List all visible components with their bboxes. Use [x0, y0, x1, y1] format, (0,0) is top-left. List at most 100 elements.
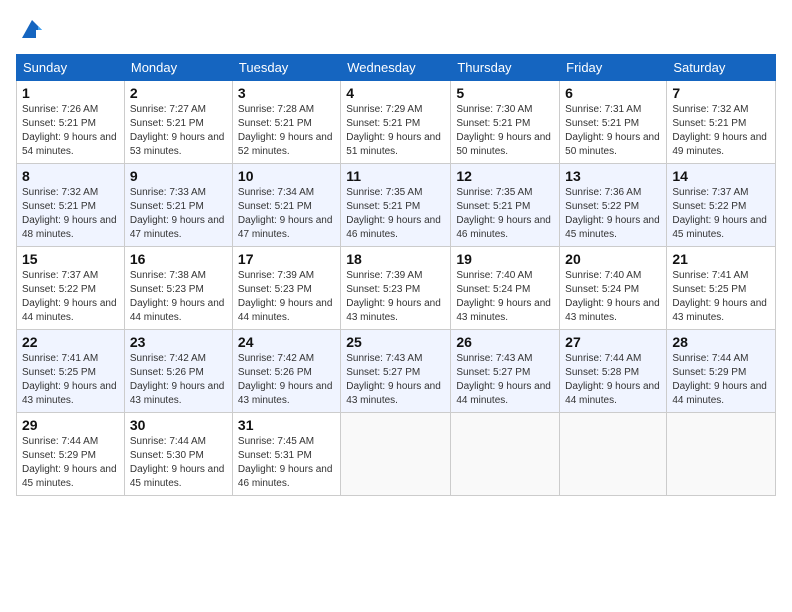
logo-text-block	[16, 16, 46, 44]
calendar-day-cell: 2 Sunrise: 7:27 AMSunset: 5:21 PMDayligh…	[124, 81, 232, 164]
day-info: Sunrise: 7:37 AMSunset: 5:22 PMDaylight:…	[22, 270, 117, 323]
day-number: 20	[565, 251, 661, 267]
day-number: 8	[22, 168, 119, 184]
day-info: Sunrise: 7:40 AMSunset: 5:24 PMDaylight:…	[565, 270, 660, 323]
day-info: Sunrise: 7:27 AMSunset: 5:21 PMDaylight:…	[130, 104, 225, 157]
day-info: Sunrise: 7:33 AMSunset: 5:21 PMDaylight:…	[130, 187, 225, 240]
calendar-week-row: 22 Sunrise: 7:41 AMSunset: 5:25 PMDaylig…	[17, 330, 776, 413]
day-number: 12	[456, 168, 554, 184]
empty-cell	[341, 413, 451, 496]
calendar-week-row: 1 Sunrise: 7:26 AMSunset: 5:21 PMDayligh…	[17, 81, 776, 164]
day-info: Sunrise: 7:37 AMSunset: 5:22 PMDaylight:…	[672, 187, 767, 240]
day-info: Sunrise: 7:44 AMSunset: 5:29 PMDaylight:…	[22, 436, 117, 489]
calendar-table: SundayMondayTuesdayWednesdayThursdayFrid…	[16, 54, 776, 496]
day-number: 19	[456, 251, 554, 267]
calendar-day-cell: 10 Sunrise: 7:34 AMSunset: 5:21 PMDaylig…	[232, 164, 340, 247]
day-number: 26	[456, 334, 554, 350]
day-number: 24	[238, 334, 335, 350]
day-info: Sunrise: 7:28 AMSunset: 5:21 PMDaylight:…	[238, 104, 333, 157]
calendar-day-cell: 23 Sunrise: 7:42 AMSunset: 5:26 PMDaylig…	[124, 330, 232, 413]
day-info: Sunrise: 7:34 AMSunset: 5:21 PMDaylight:…	[238, 187, 333, 240]
calendar-day-cell: 12 Sunrise: 7:35 AMSunset: 5:21 PMDaylig…	[451, 164, 560, 247]
calendar-day-cell: 6 Sunrise: 7:31 AMSunset: 5:21 PMDayligh…	[560, 81, 667, 164]
day-number: 7	[672, 85, 770, 101]
day-info: Sunrise: 7:35 AMSunset: 5:21 PMDaylight:…	[456, 187, 551, 240]
day-header-sunday: Sunday	[17, 55, 125, 81]
calendar-day-cell: 18 Sunrise: 7:39 AMSunset: 5:23 PMDaylig…	[341, 247, 451, 330]
calendar-day-cell: 5 Sunrise: 7:30 AMSunset: 5:21 PMDayligh…	[451, 81, 560, 164]
calendar-day-cell: 27 Sunrise: 7:44 AMSunset: 5:28 PMDaylig…	[560, 330, 667, 413]
day-number: 23	[130, 334, 227, 350]
day-info: Sunrise: 7:30 AMSunset: 5:21 PMDaylight:…	[456, 104, 551, 157]
day-header-friday: Friday	[560, 55, 667, 81]
day-header-wednesday: Wednesday	[341, 55, 451, 81]
day-number: 29	[22, 417, 119, 433]
day-info: Sunrise: 7:36 AMSunset: 5:22 PMDaylight:…	[565, 187, 660, 240]
empty-cell	[451, 413, 560, 496]
day-number: 13	[565, 168, 661, 184]
day-number: 16	[130, 251, 227, 267]
calendar-day-cell: 17 Sunrise: 7:39 AMSunset: 5:23 PMDaylig…	[232, 247, 340, 330]
calendar-day-cell: 25 Sunrise: 7:43 AMSunset: 5:27 PMDaylig…	[341, 330, 451, 413]
day-number: 10	[238, 168, 335, 184]
calendar-day-cell: 13 Sunrise: 7:36 AMSunset: 5:22 PMDaylig…	[560, 164, 667, 247]
day-number: 17	[238, 251, 335, 267]
day-header-thursday: Thursday	[451, 55, 560, 81]
logo	[16, 16, 46, 44]
calendar-day-cell: 24 Sunrise: 7:42 AMSunset: 5:26 PMDaylig…	[232, 330, 340, 413]
calendar-week-row: 8 Sunrise: 7:32 AMSunset: 5:21 PMDayligh…	[17, 164, 776, 247]
day-info: Sunrise: 7:40 AMSunset: 5:24 PMDaylight:…	[456, 270, 551, 323]
page-header	[16, 16, 776, 44]
day-number: 6	[565, 85, 661, 101]
calendar-week-row: 29 Sunrise: 7:44 AMSunset: 5:29 PMDaylig…	[17, 413, 776, 496]
page-container: SundayMondayTuesdayWednesdayThursdayFrid…	[0, 0, 792, 506]
day-info: Sunrise: 7:32 AMSunset: 5:21 PMDaylight:…	[22, 187, 117, 240]
day-number: 22	[22, 334, 119, 350]
calendar-day-cell: 1 Sunrise: 7:26 AMSunset: 5:21 PMDayligh…	[17, 81, 125, 164]
calendar-day-cell: 28 Sunrise: 7:44 AMSunset: 5:29 PMDaylig…	[667, 330, 776, 413]
calendar-day-cell: 22 Sunrise: 7:41 AMSunset: 5:25 PMDaylig…	[17, 330, 125, 413]
day-number: 30	[130, 417, 227, 433]
day-number: 31	[238, 417, 335, 433]
calendar-day-cell: 16 Sunrise: 7:38 AMSunset: 5:23 PMDaylig…	[124, 247, 232, 330]
day-info: Sunrise: 7:42 AMSunset: 5:26 PMDaylight:…	[238, 353, 333, 406]
day-number: 27	[565, 334, 661, 350]
day-number: 3	[238, 85, 335, 101]
day-number: 9	[130, 168, 227, 184]
day-info: Sunrise: 7:43 AMSunset: 5:27 PMDaylight:…	[346, 353, 441, 406]
day-info: Sunrise: 7:31 AMSunset: 5:21 PMDaylight:…	[565, 104, 660, 157]
day-number: 21	[672, 251, 770, 267]
calendar-day-cell: 9 Sunrise: 7:33 AMSunset: 5:21 PMDayligh…	[124, 164, 232, 247]
day-info: Sunrise: 7:44 AMSunset: 5:29 PMDaylight:…	[672, 353, 767, 406]
calendar-day-cell: 3 Sunrise: 7:28 AMSunset: 5:21 PMDayligh…	[232, 81, 340, 164]
day-number: 18	[346, 251, 445, 267]
day-info: Sunrise: 7:41 AMSunset: 5:25 PMDaylight:…	[22, 353, 117, 406]
calendar-day-cell: 20 Sunrise: 7:40 AMSunset: 5:24 PMDaylig…	[560, 247, 667, 330]
day-header-saturday: Saturday	[667, 55, 776, 81]
day-info: Sunrise: 7:43 AMSunset: 5:27 PMDaylight:…	[456, 353, 551, 406]
calendar-day-cell: 30 Sunrise: 7:44 AMSunset: 5:30 PMDaylig…	[124, 413, 232, 496]
calendar-day-cell: 14 Sunrise: 7:37 AMSunset: 5:22 PMDaylig…	[667, 164, 776, 247]
calendar-day-cell: 26 Sunrise: 7:43 AMSunset: 5:27 PMDaylig…	[451, 330, 560, 413]
calendar-header-row: SundayMondayTuesdayWednesdayThursdayFrid…	[17, 55, 776, 81]
day-header-tuesday: Tuesday	[232, 55, 340, 81]
calendar-day-cell: 31 Sunrise: 7:45 AMSunset: 5:31 PMDaylig…	[232, 413, 340, 496]
day-number: 28	[672, 334, 770, 350]
logo-icon	[18, 16, 46, 44]
day-number: 15	[22, 251, 119, 267]
day-info: Sunrise: 7:41 AMSunset: 5:25 PMDaylight:…	[672, 270, 767, 323]
calendar-day-cell: 15 Sunrise: 7:37 AMSunset: 5:22 PMDaylig…	[17, 247, 125, 330]
calendar-day-cell: 29 Sunrise: 7:44 AMSunset: 5:29 PMDaylig…	[17, 413, 125, 496]
day-number: 25	[346, 334, 445, 350]
day-info: Sunrise: 7:44 AMSunset: 5:30 PMDaylight:…	[130, 436, 225, 489]
calendar-day-cell: 19 Sunrise: 7:40 AMSunset: 5:24 PMDaylig…	[451, 247, 560, 330]
day-info: Sunrise: 7:35 AMSunset: 5:21 PMDaylight:…	[346, 187, 441, 240]
day-info: Sunrise: 7:38 AMSunset: 5:23 PMDaylight:…	[130, 270, 225, 323]
calendar-day-cell: 11 Sunrise: 7:35 AMSunset: 5:21 PMDaylig…	[341, 164, 451, 247]
day-info: Sunrise: 7:44 AMSunset: 5:28 PMDaylight:…	[565, 353, 660, 406]
empty-cell	[560, 413, 667, 496]
day-number: 2	[130, 85, 227, 101]
calendar-day-cell: 7 Sunrise: 7:32 AMSunset: 5:21 PMDayligh…	[667, 81, 776, 164]
day-info: Sunrise: 7:29 AMSunset: 5:21 PMDaylight:…	[346, 104, 441, 157]
day-number: 4	[346, 85, 445, 101]
